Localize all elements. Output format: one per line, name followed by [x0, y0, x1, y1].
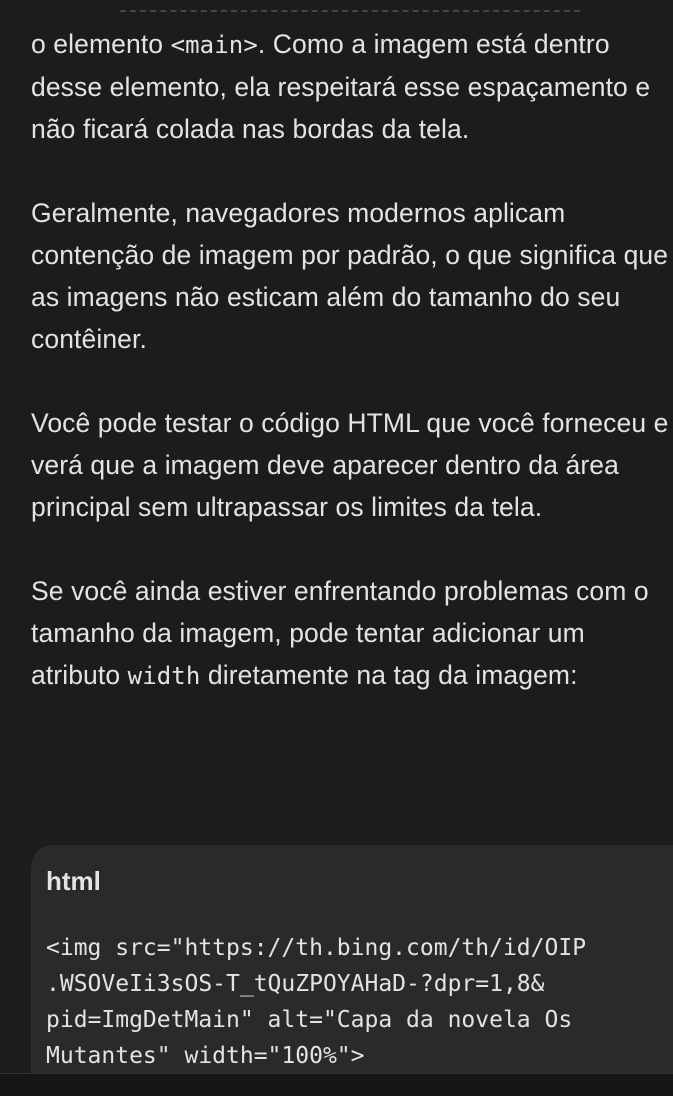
code-content[interactable]: <img src="https://th.bing.com/th/id/OIP … — [46, 930, 673, 1074]
inline-code: width — [127, 662, 201, 690]
paragraph-text: o elemento — [31, 29, 171, 59]
code-language-label: html — [46, 866, 101, 896]
scrolled-content-edge — [0, 0, 673, 16]
paragraph-text: Você pode testar o código HTML que você … — [31, 408, 669, 522]
paragraph-text: Geralmente, navegadores modernos aplicam… — [31, 198, 669, 354]
message-paragraph: Se você ainda estiver enfrentando proble… — [31, 570, 673, 697]
code-block: html <img src="https://th.bing.com/th/id… — [31, 845, 673, 1075]
message-paragraph: o elemento <main>. Como a imagem está de… — [31, 23, 673, 150]
message-paragraph: Geralmente, navegadores modernos aplicam… — [31, 192, 673, 360]
message-paragraph: Você pode testar o código HTML que você … — [31, 402, 673, 528]
assistant-message: o elemento <main>. Como a imagem está de… — [31, 23, 673, 697]
paragraph-text: diretamente na tag da imagem: — [200, 660, 578, 690]
bottom-bar — [0, 1073, 673, 1096]
inline-code: <main> — [170, 31, 258, 59]
